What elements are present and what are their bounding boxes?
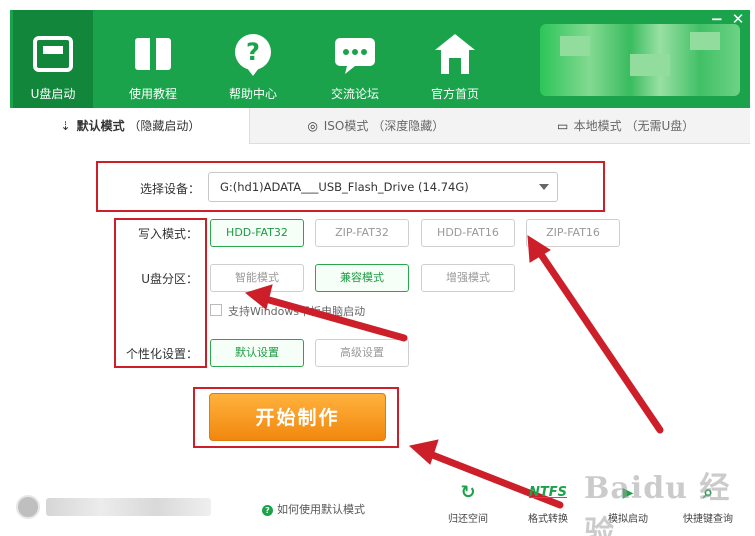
annotation-arrow: [258, 294, 408, 342]
avatar[interactable]: [16, 495, 40, 519]
tool-label: 归还空间: [448, 514, 488, 525]
question-icon: ?: [262, 505, 273, 516]
annotation-arrow: [534, 246, 664, 434]
annotation-arrow-head: [408, 439, 439, 465]
restore-space-icon: ↻: [460, 482, 476, 503]
tool-format-convert[interactable]: NTFS 格式转换: [518, 480, 578, 525]
tool-restore-space[interactable]: ↻ 归还空间: [438, 480, 498, 525]
help-link-text: 如何使用默认模式: [277, 503, 365, 516]
baidu-watermark: Baidu 经验: [584, 471, 731, 536]
help-link[interactable]: ? 如何使用默认模式: [262, 501, 365, 517]
tool-label: 格式转换: [528, 514, 568, 525]
annotation-arrows: [244, 235, 664, 509]
ntfs-convert-icon: NTFS: [529, 485, 567, 500]
blurred-user-info: [46, 498, 211, 516]
annotation-arrow-head: [244, 284, 273, 310]
